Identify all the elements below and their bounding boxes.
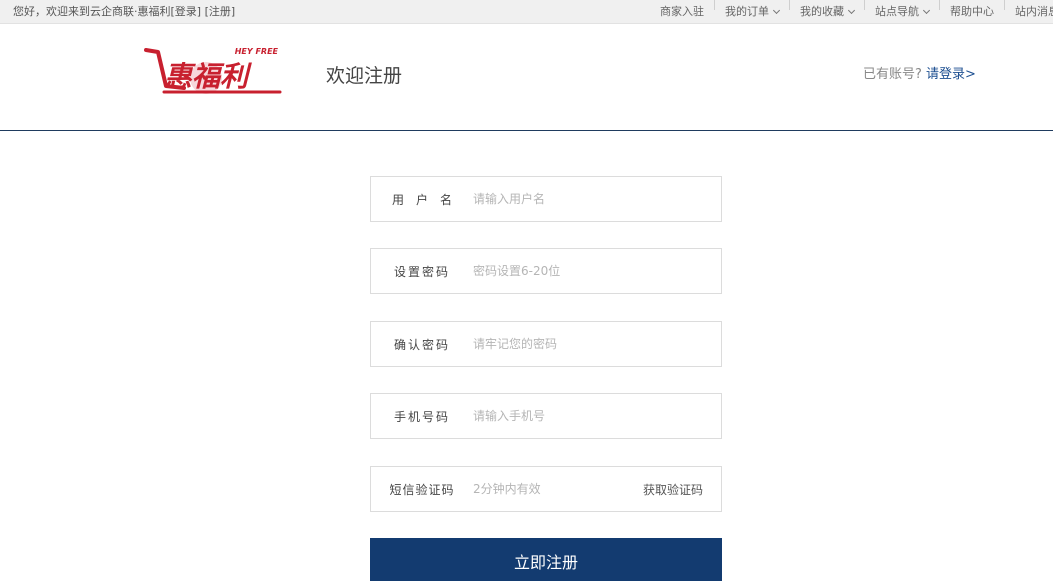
topbar-register-link[interactable]: [注册] — [205, 5, 236, 18]
password-field: 设置密码 — [370, 248, 722, 294]
username-field: 用户名 — [370, 176, 722, 222]
chevron-down-icon — [922, 6, 931, 14]
page-header: HEY FREE 惠福利 欢迎注册 已有账号? 请登录> — [0, 24, 1053, 131]
password-label: 设置密码 — [393, 264, 450, 279]
chevron-down-icon — [847, 6, 856, 14]
logo-text: 惠福利 — [164, 60, 252, 93]
divider — [864, 0, 865, 10]
username-label: 用户名 — [391, 192, 464, 207]
register-button[interactable]: 立即注册 — [370, 538, 722, 581]
topbar-site-messages[interactable]: 站内消息 — [1015, 0, 1053, 23]
divider — [714, 0, 715, 10]
phone-input[interactable] — [473, 394, 721, 438]
divider — [939, 0, 940, 10]
confirm-password-input[interactable] — [473, 322, 721, 366]
password-input[interactable] — [473, 249, 721, 293]
confirm-password-label: 确认密码 — [393, 337, 450, 352]
divider — [789, 0, 790, 10]
get-code-button[interactable]: 获取验证码 — [643, 481, 721, 498]
topbar-my-favorites[interactable]: 我的收藏 — [800, 0, 856, 23]
login-link[interactable]: 请登录> — [926, 67, 976, 82]
sms-code-input[interactable] — [473, 467, 643, 511]
topbar-help-center[interactable]: 帮助中心 — [950, 0, 994, 23]
confirm-password-field: 确认密码 — [370, 321, 722, 367]
sms-code-field: 短信验证码 获取验证码 — [370, 466, 722, 512]
logo-tag: HEY FREE — [235, 47, 279, 56]
sms-code-label: 短信验证码 — [389, 482, 455, 497]
topbar-merchant-join-label: 商家入驻 — [660, 5, 704, 18]
topbar-my-orders[interactable]: 我的订单 — [725, 0, 781, 23]
welcome-text: 您好，欢迎来到云企商联·惠福利 — [13, 5, 171, 18]
page-title: 欢迎注册 — [326, 65, 403, 87]
topbar-site-nav[interactable]: 站点导航 — [875, 0, 931, 23]
topbar-my-orders-label: 我的订单 — [725, 5, 769, 18]
topbar-links: 商家入驻 我的订单 我的收藏 站点导航 帮助中心 站内消息 — [660, 0, 1053, 23]
login-hint: 已有账号? 请登录> — [863, 63, 976, 82]
divider — [1004, 0, 1005, 10]
topbar-site-messages-label: 站内消息 — [1015, 5, 1053, 18]
phone-field: 手机号码 — [370, 393, 722, 439]
topbar-login-link[interactable]: [登录] — [171, 5, 202, 18]
top-bar: 您好，欢迎来到云企商联·惠福利[登录] [注册] 商家入驻 我的订单 我的收藏 … — [0, 0, 1053, 24]
username-input[interactable] — [473, 177, 721, 221]
welcome-area: 您好，欢迎来到云企商联·惠福利[登录] [注册] — [13, 0, 235, 23]
topbar-merchant-join[interactable]: 商家入驻 — [660, 0, 704, 23]
has-account-text: 已有账号? — [863, 67, 922, 82]
logo[interactable]: HEY FREE 惠福利 — [144, 42, 284, 100]
phone-label: 手机号码 — [393, 409, 450, 424]
topbar-help-center-label: 帮助中心 — [950, 5, 994, 18]
topbar-site-nav-label: 站点导航 — [875, 5, 919, 18]
chevron-down-icon — [772, 6, 781, 14]
topbar-my-favorites-label: 我的收藏 — [800, 5, 844, 18]
